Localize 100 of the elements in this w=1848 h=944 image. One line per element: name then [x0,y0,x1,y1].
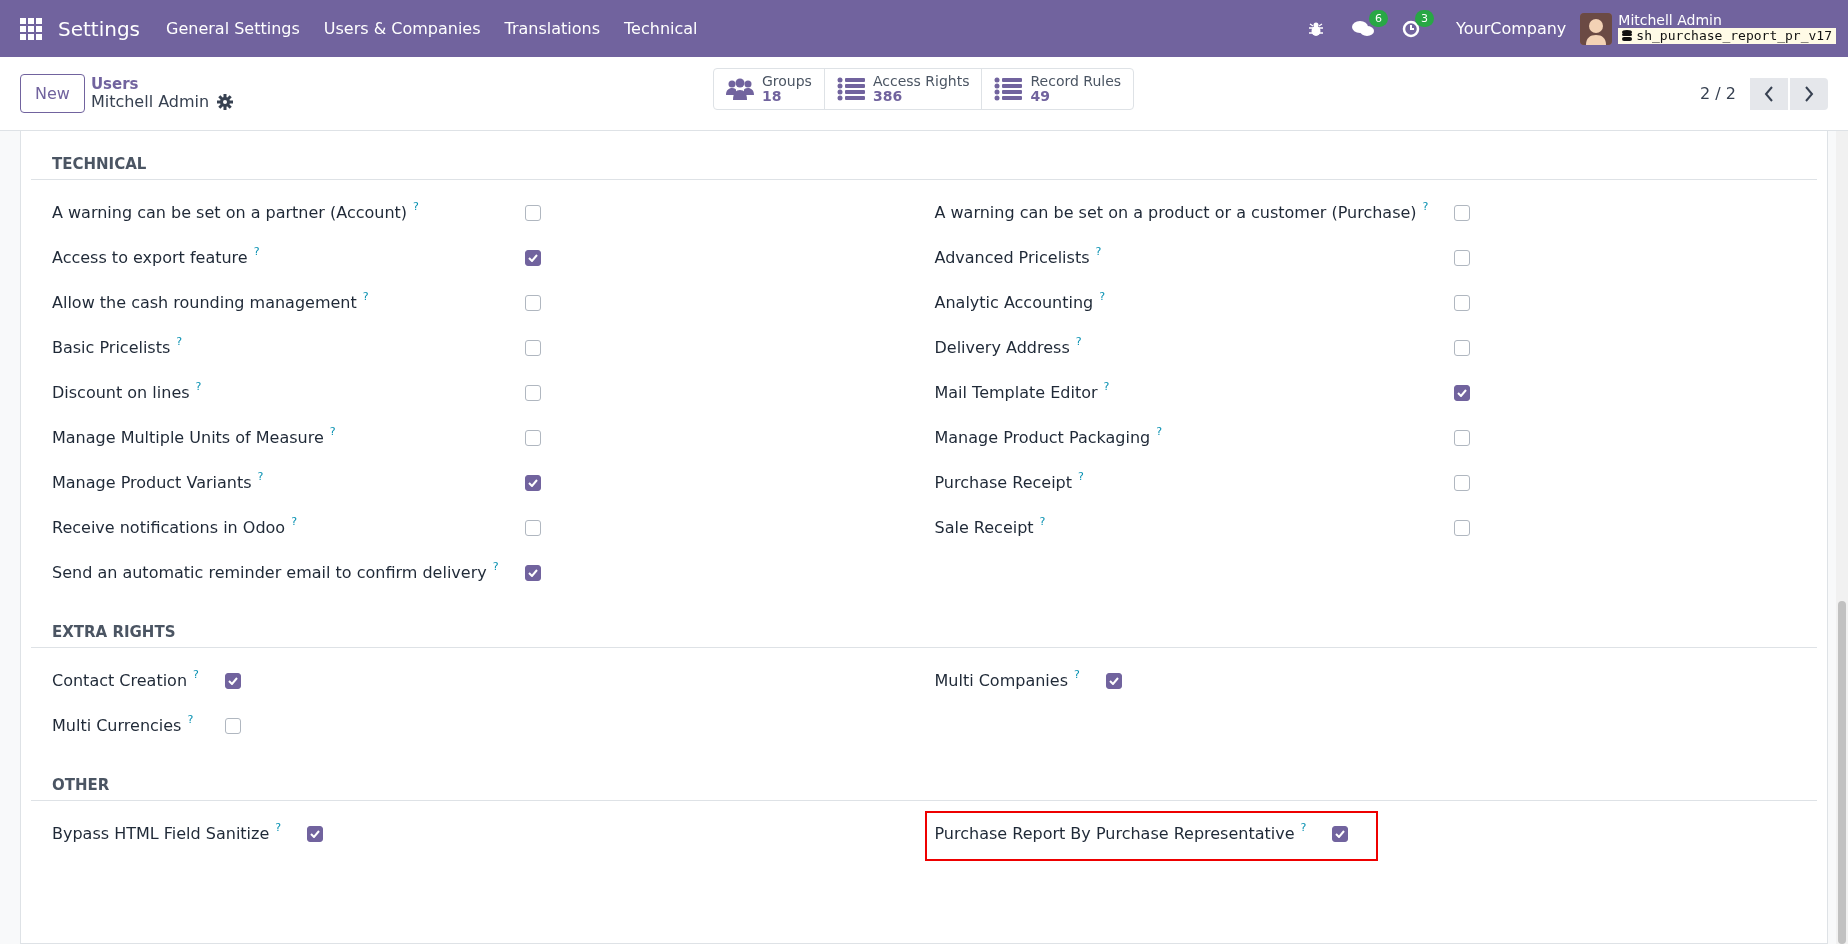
menu-item[interactable]: Translations [504,19,601,38]
checkbox[interactable] [1454,249,1471,266]
scrollbar[interactable] [1836,131,1848,944]
menu-item[interactable]: Technical [624,19,698,38]
help-tooltip-mark[interactable]: ? [362,290,369,303]
field-label: Discount on lines [52,383,190,402]
avatar-icon[interactable] [1580,12,1613,45]
help-tooltip-mark[interactable]: ? [492,560,499,573]
checkbox[interactable] [524,294,541,311]
section-heading: TECHNICAL [31,155,1817,180]
field-label: Multi Currencies [52,716,182,735]
checkbox[interactable] [1454,204,1471,221]
help-tooltip-mark[interactable]: ? [1039,515,1046,528]
help-tooltip-mark[interactable]: ? [253,245,260,258]
checkbox[interactable] [524,474,541,491]
menu-item[interactable]: General Settings [166,19,300,38]
checkbox[interactable] [1454,384,1471,401]
message-count-badge: 6 [1369,9,1389,27]
field-label: Manage Product Variants [52,473,252,492]
checkbox[interactable] [524,249,541,266]
record-title: Mitchell Admin [90,92,210,112]
checkbox[interactable] [524,429,541,446]
menu-item[interactable]: Users & Companies [323,19,481,38]
help-tooltip-mark[interactable]: ? [195,380,202,393]
help-tooltip-mark[interactable]: ? [1075,335,1082,348]
field-label: Manage Product Packaging [934,428,1151,447]
help-tooltip-mark[interactable]: ? [1073,668,1080,681]
checkbox[interactable] [1105,672,1122,689]
help-tooltip-mark[interactable]: ? [193,668,199,681]
users-icon [726,77,754,101]
help-tooltip-mark[interactable]: ? [1095,245,1102,258]
field-label: A warning can be set on a product or a customer (Purchase) [934,203,1417,222]
field-label: Delivery Address [934,338,1070,357]
field-label: Basic Pricelists [52,338,171,357]
checkbox[interactable] [1454,294,1471,311]
checkbox[interactable] [1454,519,1471,536]
field-label: Send an automatic reminder email to confirm delivery [52,563,487,582]
checkbox[interactable] [1454,339,1471,356]
list-icon [836,77,865,101]
field-label: Purchase Receipt [934,473,1072,492]
previous-button[interactable] [1750,77,1788,110]
checkbox[interactable] [1454,429,1471,446]
help-tooltip-mark[interactable]: ? [1300,821,1307,834]
field-label: Allow the cash rounding management [52,293,357,312]
smart-button[interactable]: Record Rules 49 [982,69,1134,109]
field-label: Purchase Report By Purchase Representative [934,824,1295,843]
checkbox[interactable] [524,204,541,221]
bug-icon[interactable] [1308,20,1325,37]
chevron-left-icon [1764,85,1774,102]
checkbox[interactable] [1454,474,1471,491]
checkbox[interactable] [524,519,541,536]
help-tooltip-mark[interactable]: ? [1156,425,1163,438]
field-label: Contact Creation [52,671,188,690]
help-tooltip-mark[interactable]: ? [187,713,194,726]
help-tooltip-mark[interactable]: ? [329,425,336,438]
help-tooltip-mark[interactable]: ? [1078,470,1084,483]
help-tooltip-mark[interactable]: ? [257,470,264,483]
checkmark-icon [527,253,538,262]
activity-count-badge: 3 [1415,9,1435,27]
pager-value: 2 / 2 [1700,84,1736,103]
help-tooltip-mark[interactable]: ? [1422,200,1429,213]
database-icon [1622,30,1633,43]
checkbox[interactable] [524,564,541,581]
checkmark-icon [227,676,238,685]
next-button[interactable] [1790,77,1828,110]
app-title[interactable]: Settings [58,16,141,41]
help-tooltip-mark[interactable]: ? [275,821,282,834]
checkbox[interactable] [1332,825,1349,842]
smart-button[interactable]: Groups 18 [714,69,825,109]
company-name[interactable]: YourCompany [1456,19,1567,38]
breadcrumb-link[interactable]: Users [90,75,234,93]
user-name[interactable]: Mitchell Admin [1618,12,1836,29]
field-label: Sale Receipt [934,518,1034,537]
checkbox[interactable] [524,339,541,356]
apps-grid-icon[interactable] [20,17,42,40]
new-button[interactable]: New [20,74,85,113]
chat-icon[interactable] [1352,19,1375,38]
help-tooltip-mark[interactable]: ? [1099,290,1106,303]
field-label: Mail Template Editor [934,383,1098,402]
clock-icon[interactable] [1402,19,1421,38]
checkbox[interactable] [224,672,241,689]
checkbox[interactable] [524,384,541,401]
help-tooltip-mark[interactable]: ? [291,515,297,528]
checkmark-icon [310,829,321,838]
help-tooltip-mark[interactable]: ? [1103,380,1110,393]
section-heading: OTHER [31,776,1817,801]
settings-icon[interactable] [217,94,234,111]
field-label: A warning can be set on a partner (Account) [52,203,408,222]
help-tooltip-mark[interactable]: ? [413,200,419,213]
field-label: Manage Multiple Units of Measure [52,428,324,447]
list-icon [994,77,1023,101]
checkbox[interactable] [307,825,324,842]
field-label: Analytic Accounting [934,293,1094,312]
checkbox[interactable] [224,717,241,734]
field-label: Receive notifications in Odoo [52,518,286,537]
field-label: Access to export feature [52,248,248,267]
help-tooltip-mark[interactable]: ? [176,335,183,348]
smart-button[interactable]: Access Rights 386 [824,69,983,109]
field-label: Advanced Pricelists [934,248,1090,267]
checkmark-icon [1335,829,1346,838]
